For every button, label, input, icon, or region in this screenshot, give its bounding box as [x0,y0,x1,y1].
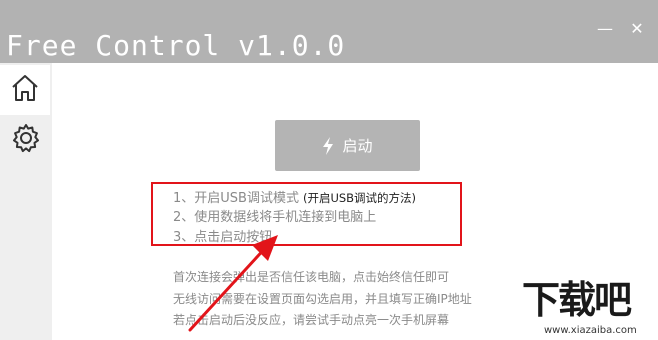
sidebar [0,63,52,340]
watermark-text: 下载吧 [522,278,632,322]
step-1: 1、开启USB调试模式 (开启USB调试的方法) [173,189,416,208]
start-button-label: 启动 [342,137,373,155]
step-1-text: 1、开启USB调试模式 [173,191,299,206]
minimize-button[interactable]: — [594,18,616,40]
app-title: Free Control v1.0.0 [6,29,346,62]
sidebar-item-settings[interactable] [0,115,52,165]
annotation-arrow [188,235,278,332]
gear-icon [10,122,42,158]
watermark-url: www.xiazaiba.com [544,325,637,336]
watermark-logo: 下载吧 www.xiazaiba.com [520,276,658,340]
sidebar-item-home[interactable] [0,65,50,115]
lightning-icon [322,136,334,155]
start-button[interactable]: 启动 [275,120,420,171]
title-bar[interactable]: Free Control v1.0.0 — ✕ [0,0,658,63]
usb-debug-help-link[interactable]: (开启USB调试的方法) [303,191,416,205]
home-icon [10,73,40,107]
close-button[interactable]: ✕ [626,18,648,40]
